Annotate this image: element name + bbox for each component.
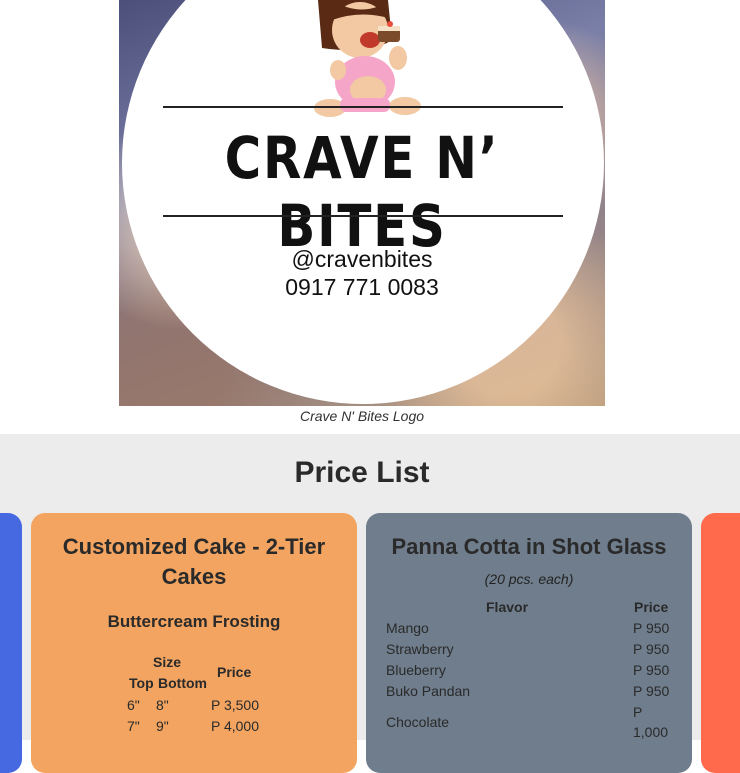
size-header: Size — [153, 654, 182, 670]
panna-row-flavor: Blueberry — [386, 662, 446, 678]
cake-row-top: 7" — [127, 718, 140, 734]
cake-row-bottom: 8" — [156, 697, 169, 713]
price-header: Price — [217, 664, 252, 680]
logo-phone: 0917 771 0083 — [285, 274, 439, 300]
cake-row-price: P 3,500 — [211, 697, 260, 713]
panna-row-price: P — [633, 704, 643, 720]
panna-row-flavor: Strawberry — [386, 641, 454, 657]
bottom-header: Bottom — [158, 675, 207, 691]
panna-row-price: P 950 — [633, 662, 670, 678]
panna-price-header: Price — [634, 599, 669, 615]
price-list-title: Price List — [294, 456, 430, 489]
panna-row-flavor: Mango — [386, 620, 429, 636]
panna-row-flavor: Buko Pandan — [386, 683, 471, 699]
carousel-card-next[interactable] — [701, 513, 740, 773]
top-header: Top — [129, 675, 154, 691]
cake-row-bottom: 9" — [156, 718, 169, 734]
panna-row-price: 1,000 — [633, 724, 669, 740]
panna-row-price: P 950 — [633, 683, 670, 699]
cake-price-card[interactable]: Customized Cake - 2-Tier Cakes Buttercre… — [31, 513, 357, 773]
panna-card-note: (20 pcs. each) — [484, 571, 574, 587]
panna-cotta-price-card[interactable]: Panna Cotta in Shot Glass (20 pcs. each)… — [366, 513, 692, 773]
panna-row-price: P 950 — [633, 620, 670, 636]
flavor-header: Flavor — [486, 599, 529, 615]
panna-row-flavor: Chocolate — [386, 714, 450, 730]
cake-row-price: P 4,000 — [211, 718, 260, 734]
logo-caption: Crave N' Bites Logo — [299, 408, 425, 424]
panna-row-price: P 950 — [633, 641, 670, 657]
cake-row-top: 6" — [127, 697, 140, 713]
logo-brand-name: CRAVE N’ BITES — [224, 124, 500, 260]
panna-card-title: Panna Cotta in Shot Glass — [391, 534, 667, 559]
logo-handle: @cravenbites — [291, 246, 433, 272]
cake-card-subtitle: Buttercream Frosting — [107, 612, 281, 631]
logo-bottom-rule — [163, 215, 563, 217]
logo-top-rule — [163, 106, 563, 108]
price-list-section: Price List Customized Cake - 2-Tier Cake… — [0, 434, 740, 773]
carousel-card-previous[interactable] — [0, 513, 22, 773]
cake-card-title: Customized Cake - 2-Tier Cakes — [62, 534, 326, 589]
